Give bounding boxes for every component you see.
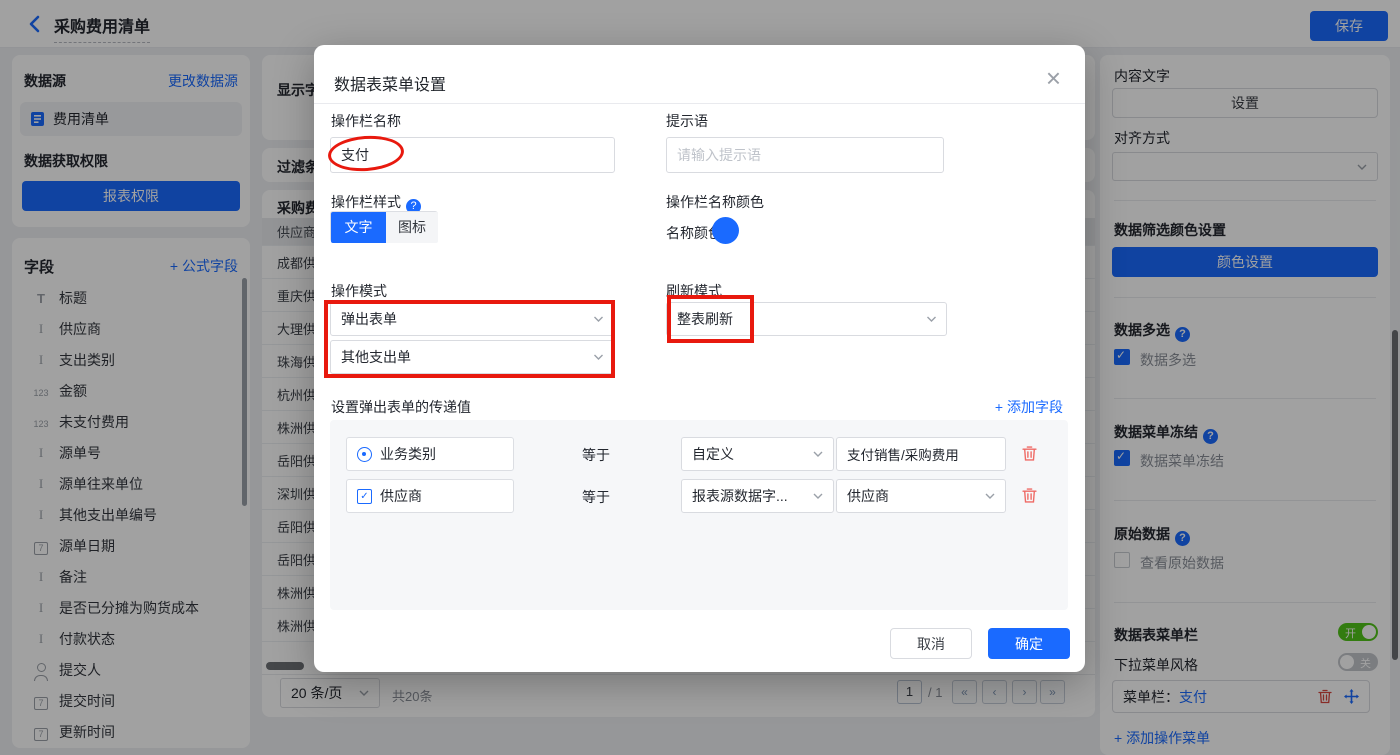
refresh-mode-select[interactable]: 整表刷新 [666, 302, 947, 336]
pass-value-input[interactable] [836, 437, 1006, 471]
style-tabs: 文字 图标 [330, 211, 438, 243]
pass-field-box[interactable]: ✓ 供应商 [346, 479, 514, 513]
tab-text[interactable]: 文字 [331, 212, 386, 243]
pass-field-label: 供应商 [380, 488, 422, 504]
action-mode-value: 弹出表单 [341, 311, 397, 327]
name-color-label: 操作栏名称颜色 [666, 194, 764, 210]
pass-field-box[interactable]: 业务类别 [346, 437, 514, 471]
action-mode-label: 操作模式 [331, 283, 387, 299]
cancel-button[interactable]: 取消 [890, 628, 972, 659]
tip-label: 提示语 [666, 113, 708, 129]
target-form-select[interactable]: 其他支出单 [330, 340, 614, 374]
pass-values-panel: 业务类别 等于 自定义 ✓ 供应商 等于 报表源数据字... 供应商 [330, 420, 1068, 610]
value-source-select[interactable]: 自定义 [681, 437, 834, 471]
add-field-link[interactable]: + 添加字段 [995, 397, 1063, 417]
chevron-down-icon [813, 492, 823, 500]
delete-row-icon[interactable] [1022, 445, 1037, 462]
value-source-value: 报表源数据字... [692, 488, 788, 504]
checkbox-icon: ✓ [357, 488, 372, 504]
target-form-value: 其他支出单 [341, 349, 411, 365]
radio-icon [357, 446, 372, 462]
chevron-down-icon [813, 450, 823, 458]
action-name-input[interactable] [330, 137, 615, 173]
tip-input[interactable] [666, 137, 944, 173]
delete-row-icon[interactable] [1022, 487, 1037, 504]
pass-value-value: 供应商 [847, 488, 889, 504]
action-name-label: 操作栏名称 [331, 113, 401, 129]
pass-field-label: 业务类别 [380, 446, 436, 462]
operator-label: 等于 [582, 489, 610, 505]
refresh-mode-value: 整表刷新 [677, 311, 733, 327]
value-source-select[interactable]: 报表源数据字... [681, 479, 834, 513]
chevron-down-icon [593, 353, 603, 361]
chevron-down-icon [593, 315, 603, 323]
pass-value-select[interactable]: 供应商 [836, 479, 1006, 513]
color-swatch[interactable] [712, 217, 739, 244]
value-source-value: 自定义 [692, 446, 734, 462]
tab-icon[interactable]: 图标 [386, 212, 438, 243]
pass-values-title: 设置弹出表单的传递值 [331, 399, 471, 415]
menu-settings-modal: 数据表菜单设置 × 操作栏名称 提示语 操作栏样式? 文字 图标 操作栏名称颜色… [314, 45, 1085, 672]
modal-title: 数据表菜单设置 [334, 77, 447, 94]
confirm-button[interactable]: 确定 [988, 628, 1070, 659]
chevron-down-icon [926, 315, 936, 323]
chevron-down-icon [985, 492, 995, 500]
action-mode-select[interactable]: 弹出表单 [330, 302, 614, 336]
operator-label: 等于 [582, 447, 610, 463]
refresh-mode-label: 刷新模式 [666, 283, 722, 299]
close-icon[interactable]: × [1046, 63, 1061, 94]
